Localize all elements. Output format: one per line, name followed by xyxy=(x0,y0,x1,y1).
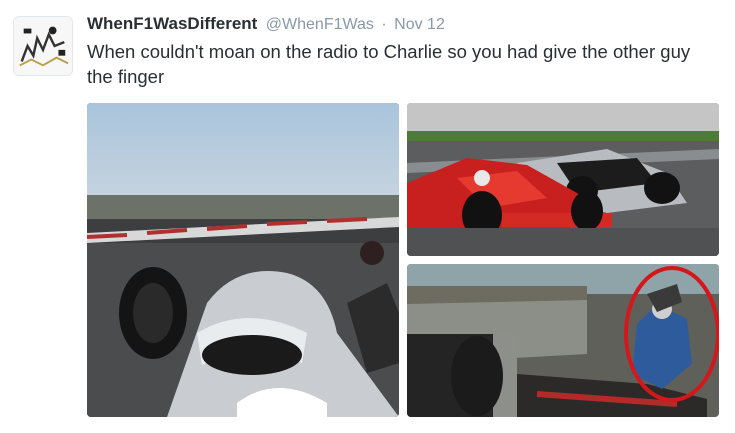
onboard-camera-photo xyxy=(87,103,399,417)
tweet-date[interactable]: Nov 12 xyxy=(394,16,445,33)
media-photo-crash[interactable] xyxy=(407,264,719,417)
ferrari-mclaren-racing-photo xyxy=(407,103,719,256)
media-photo-onboard[interactable] xyxy=(87,103,399,417)
avatar[interactable] xyxy=(13,16,73,76)
tweet[interactable]: WhenF1WasDifferent @WhenF1Was · Nov 12 W… xyxy=(0,0,735,433)
tweet-text: When couldn't moan on the radio to Charl… xyxy=(87,41,691,87)
display-name[interactable]: WhenF1WasDifferent xyxy=(87,14,257,33)
crash-photo-with-red-circle xyxy=(407,264,719,417)
avatar-image xyxy=(14,17,72,75)
media-photo-racing[interactable] xyxy=(407,103,719,256)
separator-dot: · xyxy=(381,16,387,33)
tweet-header: WhenF1WasDifferent @WhenF1Was · Nov 12 xyxy=(87,14,445,34)
user-handle[interactable]: @WhenF1Was xyxy=(266,16,374,33)
